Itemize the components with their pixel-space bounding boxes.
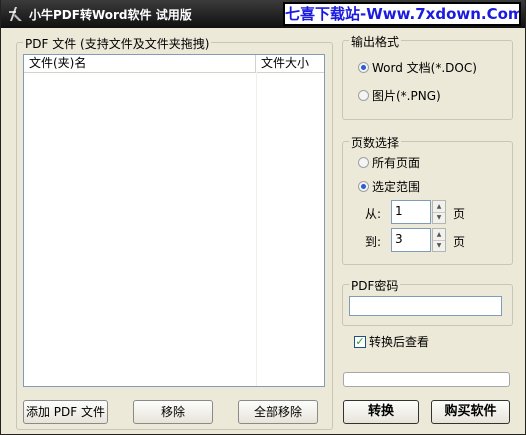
from-label: 从: bbox=[365, 207, 382, 221]
radio-button-png[interactable] bbox=[358, 90, 369, 101]
radio-all-pages[interactable]: 所有页面 bbox=[358, 155, 478, 171]
stepper-down-icon[interactable]: ▼ bbox=[433, 212, 445, 223]
view-after-convert-label: 转换后查看 bbox=[369, 335, 430, 349]
radio-button-word[interactable] bbox=[358, 62, 369, 73]
radio-selected-range[interactable]: 选定范围 bbox=[358, 179, 478, 195]
file-list-header: 文件(夹)名 文件大小 bbox=[24, 55, 324, 73]
app-logo-icon bbox=[9, 7, 22, 21]
column-header-name[interactable]: 文件(夹)名 bbox=[24, 55, 256, 72]
page-select-label: 页数选择 bbox=[349, 134, 402, 151]
pdf-file-group-label: PDF 文件 (支持文件及文件夹拖拽) bbox=[23, 35, 212, 52]
output-format-label: 输出格式 bbox=[349, 33, 402, 50]
pdf-password-label: PDF密码 bbox=[349, 277, 401, 294]
pdf-password-field[interactable] bbox=[349, 296, 502, 316]
radio-png-label: 图片(*.PNG) bbox=[372, 89, 441, 103]
column-header-size[interactable]: 文件大小 bbox=[256, 55, 324, 72]
window-title: 小牛PDF转Word软件 试用版 bbox=[29, 8, 192, 22]
checkmark-icon[interactable]: ✓ bbox=[354, 336, 366, 348]
add-pdf-file-button[interactable]: 添加 PDF 文件 bbox=[23, 400, 108, 424]
buy-software-button[interactable]: 购买软件 bbox=[431, 400, 510, 424]
conversion-progress-bar bbox=[343, 372, 510, 387]
to-unit-label: 页 bbox=[453, 235, 466, 249]
radio-button-all-pages[interactable] bbox=[358, 157, 369, 168]
radio-word-doc[interactable]: Word 文档(*.DOC) bbox=[358, 60, 498, 76]
to-page-input[interactable]: 3 bbox=[391, 228, 431, 252]
from-page-stepper[interactable]: ▲ ▼ bbox=[432, 200, 446, 224]
from-unit-label: 页 bbox=[453, 207, 466, 221]
remove-all-button[interactable]: 全部移除 bbox=[238, 400, 318, 424]
radio-selected-range-label: 选定范围 bbox=[372, 180, 421, 194]
file-list[interactable]: 文件(夹)名 文件大小 bbox=[23, 54, 325, 387]
output-format-group: 输出格式 bbox=[342, 33, 513, 120]
radio-png-image[interactable]: 图片(*.PNG) bbox=[358, 88, 498, 104]
stepper-down-icon[interactable]: ▼ bbox=[433, 240, 445, 251]
to-page-stepper[interactable]: ▲ ▼ bbox=[432, 228, 446, 252]
radio-word-label: Word 文档(*.DOC) bbox=[372, 61, 477, 75]
radio-all-pages-label: 所有页面 bbox=[372, 156, 421, 170]
from-page-input[interactable]: 1 bbox=[391, 200, 431, 224]
title-bar: 小牛PDF转Word软件 试用版 七喜下载站-Www.7xdown.Com bbox=[1, 0, 525, 28]
convert-button[interactable]: 转换 bbox=[343, 400, 419, 424]
main-window: 小牛PDF转Word软件 试用版 七喜下载站-Www.7xdown.Com PD… bbox=[0, 0, 526, 435]
remove-button[interactable]: 移除 bbox=[133, 400, 213, 424]
view-after-convert-checkbox[interactable]: ✓ 转换后查看 bbox=[354, 334, 474, 350]
watermark-banner: 七喜下载站-Www.7xdown.Com bbox=[283, 2, 521, 26]
column-divider bbox=[256, 72, 257, 386]
to-label: 到: bbox=[365, 235, 382, 249]
radio-button-selected-range[interactable] bbox=[358, 181, 369, 192]
